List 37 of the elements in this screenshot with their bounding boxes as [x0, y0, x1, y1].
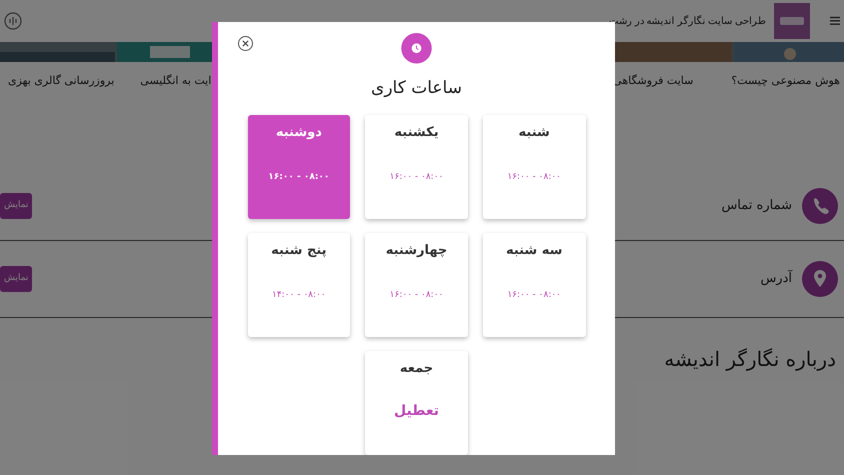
article-title[interactable]: هوش مصنوعی چیست؟	[731, 72, 840, 90]
day-name: پنج شنبه	[271, 242, 327, 260]
hours-text: ۱۶:۰۰ - ۰۸:۰۰	[507, 170, 562, 184]
day-card[interactable]: پنج شنبه ۱۴:۰۰ - ۰۸:۰۰	[248, 233, 350, 337]
day-card[interactable]: شنبه ۱۶:۰۰ - ۰۸:۰۰	[482, 115, 586, 219]
day-name: شنبه	[518, 124, 550, 142]
day-name: دوشنبه	[276, 124, 322, 142]
hours-text: ۱۴:۰۰ - ۰۸:۰۰	[272, 288, 326, 302]
day-name: چهارشنبه	[386, 242, 448, 260]
show-button[interactable]: نمایش	[0, 193, 32, 219]
day-name: یکشنبه	[394, 124, 439, 142]
hours-text: ۱۶:۰۰ - ۰۸:۰۰	[268, 170, 330, 184]
article-title[interactable]: بروزرسانی گالری بهزی	[8, 72, 114, 90]
close-button[interactable]	[238, 36, 253, 51]
hours-text: ۱۶:۰۰ - ۰۸:۰۰	[390, 170, 444, 184]
location-pin-icon	[802, 261, 838, 297]
phone-icon	[802, 188, 838, 224]
day-card[interactable]: چهارشنبه ۱۶:۰۰ - ۰۸:۰۰	[365, 233, 468, 337]
article-title[interactable]: سایت فروشگاهی	[613, 72, 694, 90]
modal-title: ساعات کاری	[371, 76, 462, 100]
day-name: جمعه	[400, 360, 434, 378]
hours-text: ۱۶:۰۰ - ۰۸:۰۰	[390, 288, 444, 302]
day-card[interactable]: یکشنبه ۱۶:۰۰ - ۰۸:۰۰	[365, 115, 468, 219]
audio-icon[interactable]	[4, 12, 22, 30]
menu-icon[interactable]	[830, 16, 840, 26]
day-card[interactable]: دوشنبه ۱۶:۰۰ - ۰۸:۰۰	[248, 115, 350, 219]
day-card[interactable]: جمعه تعطیل	[365, 351, 468, 455]
day-card[interactable]: سه شنبه ۱۶:۰۰ - ۰۸:۰۰	[482, 233, 586, 337]
closed-label: تعطیل	[394, 402, 440, 420]
show-button[interactable]: نمایش	[0, 266, 32, 292]
close-icon	[242, 40, 249, 47]
section-heading: درباره نگارگر اندیشه	[664, 347, 836, 371]
contact-label: آدرس	[760, 269, 792, 288]
hours-text: ۱۶:۰۰ - ۰۸:۰۰	[507, 288, 562, 302]
day-name: سه شنبه	[506, 242, 562, 260]
contact-label: شماره تماس	[721, 197, 792, 216]
article-title[interactable]: ایت به انگلیسی	[140, 72, 212, 90]
